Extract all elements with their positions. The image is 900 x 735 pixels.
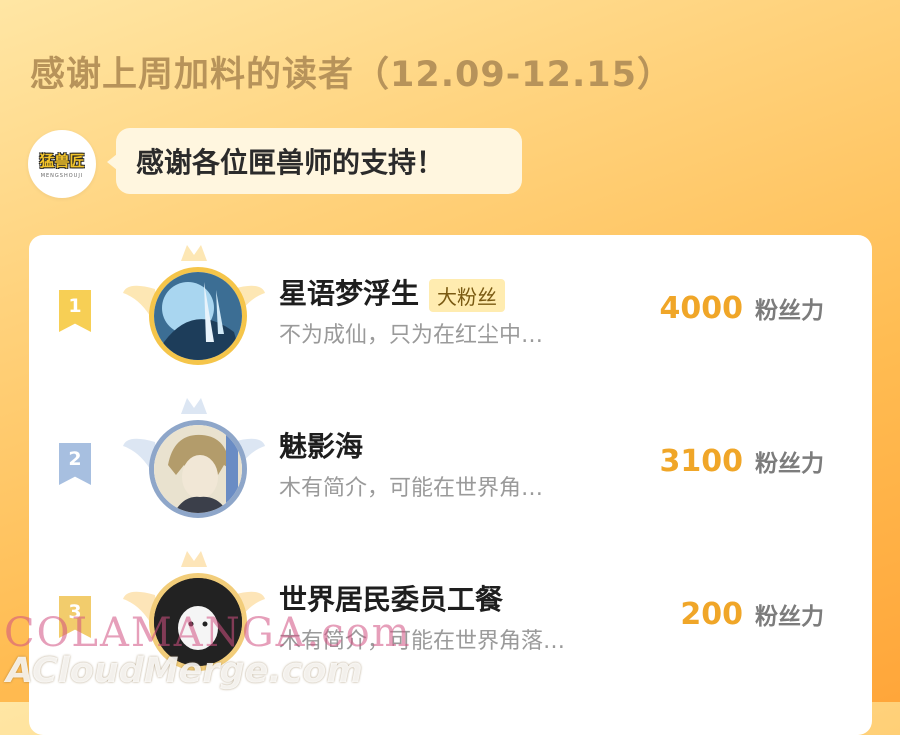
logo-text: 猛兽匠 <box>39 151 85 170</box>
avatar-frame-silver <box>119 392 269 527</box>
fan-power-value: 3100 <box>659 444 744 479</box>
fan-power-value: 200 <box>680 597 743 632</box>
user-avatar[interactable] <box>149 420 247 518</box>
thanks-text: 感谢各位匣兽师的支持！ <box>136 146 445 179</box>
user-avatar[interactable] <box>149 267 247 365</box>
fan-power: 200 粉丝力 <box>680 597 824 632</box>
fan-power-unit: 粉丝力 <box>755 604 824 630</box>
fan-power: 3100 粉丝力 <box>660 444 825 479</box>
watermark-acloudmerge: ACloudMerge.com <box>6 651 363 691</box>
user-name[interactable]: 魅影海 <box>279 425 363 465</box>
fan-badge: 大粉丝 <box>429 278 506 312</box>
fan-power-unit: 粉丝力 <box>755 451 824 477</box>
rank-badge: 1 <box>59 290 91 332</box>
fan-power-value: 4000 <box>659 291 744 326</box>
user-bio: 不为成仙，只为在红尘中… <box>279 323 544 348</box>
watermark-colamanga: COLAMANGA.com <box>4 610 412 656</box>
user-name-text: 星语梦浮生 <box>279 277 420 310</box>
page-title: 感谢上周加料的读者（12.09-12.15） <box>30 55 673 95</box>
rank-badge: 2 <box>59 443 91 485</box>
user-name[interactable]: 星语梦浮生 大粉丝 <box>279 272 506 312</box>
app-logo: 猛兽匠 MENGSHOUJI <box>28 130 96 198</box>
leaderboard-row-2[interactable]: 2 魅影海 木有简介，可能在世界角… 3100 粉丝力 <box>29 388 872 538</box>
user-bio: 木有简介，可能在世界角… <box>279 476 544 501</box>
logo-subtext: MENGSHOUJI <box>40 172 84 179</box>
leaderboard-row-1[interactable]: 1 星语梦浮生 大粉丝 不为成仙，只为在红尘中… 4000 粉丝力 <box>29 235 872 385</box>
thanks-bubble: 感谢各位匣兽师的支持！ <box>107 128 522 194</box>
avatar-frame-gold <box>119 239 269 374</box>
fan-power-unit: 粉丝力 <box>755 298 824 324</box>
fan-power: 4000 粉丝力 <box>660 291 825 326</box>
